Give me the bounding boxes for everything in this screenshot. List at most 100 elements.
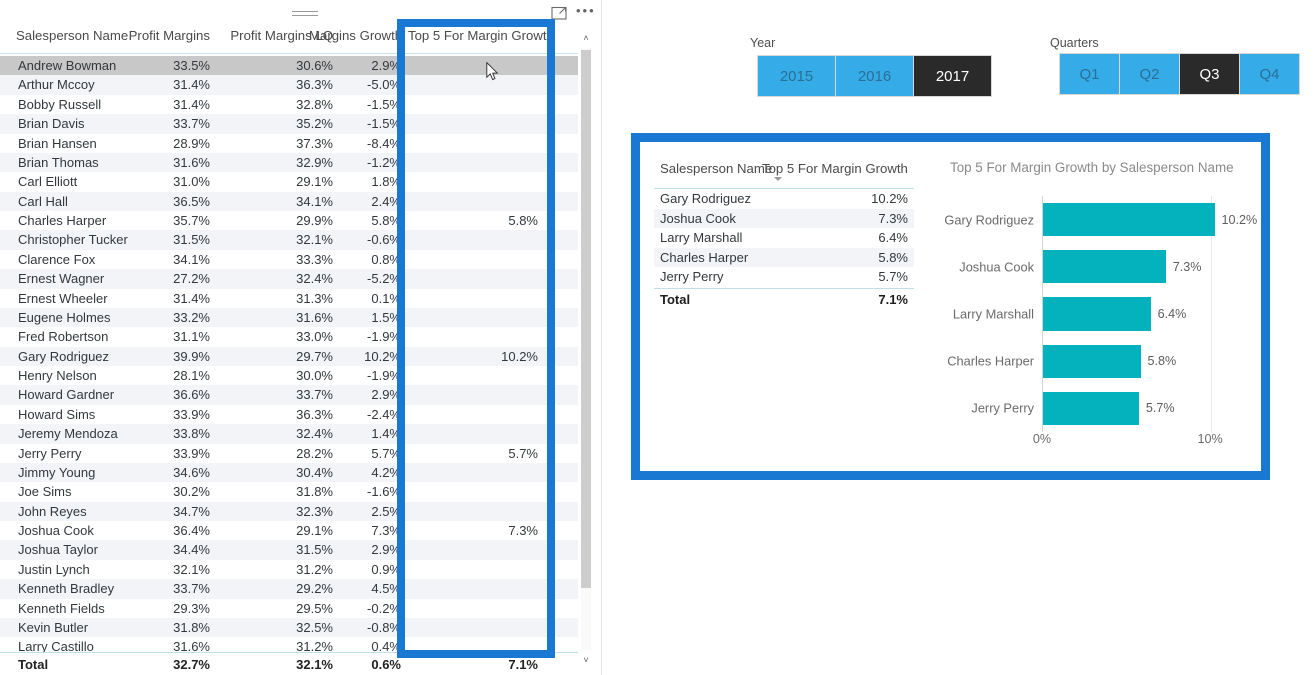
top5-table-row[interactable]: Jerry Perry 5.7%	[654, 267, 914, 287]
chart-bar-group[interactable]: Larry Marshall 6.4%	[953, 297, 1232, 331]
more-options-icon[interactable]: •••	[576, 4, 594, 19]
top5-table-row[interactable]: Charles Harper 5.8%	[654, 247, 914, 268]
table-row[interactable]: Ernest Wagner 27.2% 32.4% -5.2%	[0, 269, 578, 289]
table-row[interactable]: Jerry Perry 33.9% 28.2% 5.7% 5.7%	[0, 444, 578, 463]
focus-mode-icon[interactable]	[551, 5, 568, 21]
top5-cell-value: 5.8%	[878, 249, 908, 265]
table-row[interactable]: Joshua Taylor 34.4% 31.5% 2.9%	[0, 540, 578, 560]
top5-total-value: 7.1%	[878, 291, 908, 307]
chart-bar[interactable]: Gary Rodriguez	[944, 203, 1215, 237]
table-row[interactable]: Charles Harper 35.7% 29.9% 5.8% 5.8%	[0, 211, 578, 230]
slicer-year[interactable]: 2015 2016 2017	[758, 56, 992, 96]
top5-table-row[interactable]: Larry Marshall 6.4%	[654, 228, 914, 248]
chart-bar[interactable]: Joshua Cook	[959, 250, 1166, 284]
table-row[interactable]: Jeremy Mendoza 33.8% 32.4% 1.4%	[0, 424, 578, 444]
top5-column-header-salesperson-name[interactable]: Salesperson Name	[660, 161, 772, 176]
table-row[interactable]: Howard Sims 33.9% 36.3% -2.4%	[0, 405, 578, 424]
table-row[interactable]: Howard Gardner 36.6% 33.7% 2.9%	[0, 385, 578, 405]
table-row[interactable]: Fred Robertson 31.1% 33.0% -1.9%	[0, 327, 578, 346]
table-row[interactable]: Ernest Wheeler 31.4% 31.3% 0.1%	[0, 289, 578, 308]
chart-bar-group[interactable]: Jerry Perry 5.7%	[971, 391, 1232, 425]
slicer-option-year-2015[interactable]: 2015	[758, 56, 835, 96]
cell-salesperson-name: Bobby Russell	[18, 96, 102, 112]
top5-table[interactable]: Salesperson Name Top 5 For Margin Growth…	[654, 161, 914, 310]
top5-table-body[interactable]: Gary Rodriguez 10.2% Joshua Cook 7.3% Larry …	[654, 189, 914, 287]
bar-chart[interactable]: Top 5 For Margin Growth by Salesperson N…	[936, 160, 1257, 460]
table-row[interactable]: Brian Thomas 31.6% 32.9% -1.2%	[0, 152, 578, 173]
cell-profit-margins: 27.2%	[173, 271, 210, 287]
chart-data-label: 5.8%	[1147, 354, 1177, 369]
table-row[interactable]: Kevin Butler 31.8% 32.5% -0.8%	[0, 617, 578, 638]
cell-salesperson-name: Kenneth Bradley	[18, 581, 115, 597]
table-row[interactable]: Brian Davis 33.7% 35.2% -1.5%	[0, 114, 578, 134]
table-row[interactable]: Eugene Holmes 33.2% 31.6% 1.5%	[0, 307, 578, 328]
table-row[interactable]: Kenneth Fields 29.3% 29.5% -0.2%	[0, 599, 578, 618]
cell-margins-growth: -1.6%	[367, 484, 401, 500]
chart-title: Top 5 For Margin Growth by Salesperson N…	[950, 160, 1234, 175]
scroll-up-icon[interactable]: ˄	[578, 30, 594, 46]
table-row[interactable]: Brian Hansen 28.9% 37.3% -8.4%	[0, 134, 578, 153]
table-row[interactable]: Bobby Russell 31.4% 32.8% -1.5%	[0, 95, 578, 114]
cell-profit-margins: 31.8%	[173, 619, 210, 635]
top5-table-row[interactable]: Joshua Cook 7.3%	[654, 208, 914, 229]
slicer-option-year-2016[interactable]: 2016	[836, 56, 913, 96]
chart-bar-group[interactable]: Gary Rodriguez 10.2%	[944, 203, 1257, 237]
table-body[interactable]: Andrew Bowman 33.5% 30.6% 2.9% Arthur Mccoy 3…	[0, 56, 578, 652]
table-row[interactable]: Larry Castillo 31.6% 31.2% 0.4%	[0, 637, 578, 652]
cell-profit-margins: 31.6%	[173, 154, 210, 170]
chart-bar[interactable]: Jerry Perry	[971, 391, 1139, 425]
drag-handle-icon[interactable]	[292, 11, 318, 16]
table-row[interactable]: John Reyes 34.7% 32.3% 2.5%	[0, 501, 578, 521]
cell-salesperson-name: Joe Sims	[18, 484, 72, 500]
chart-bar-group[interactable]: Joshua Cook 7.3%	[959, 250, 1232, 284]
chart-plot-area: Gary Rodriguez 10.2% Joshua Cook 7.3% Larry …	[944, 196, 1257, 432]
table-row[interactable]: Clarence Fox 34.1% 33.3% 0.8%	[0, 250, 578, 269]
scrollbar-thumb[interactable]	[581, 50, 591, 588]
cell-profit-margins: 33.2%	[173, 309, 210, 325]
table-row[interactable]: Gary Rodriguez 39.9% 29.7% 10.2% 10.2%	[0, 346, 578, 366]
chart-bar-group[interactable]: Charles Harper 5.8%	[947, 344, 1232, 378]
slicer-option-quarter-q4[interactable]: Q4	[1240, 54, 1299, 94]
table-row[interactable]: Jimmy Young 34.6% 30.4% 4.2%	[0, 462, 578, 483]
cell-margins-growth: -0.2%	[367, 600, 401, 616]
table-row[interactable]: Arthur Mccoy 31.4% 36.3% -5.0%	[0, 75, 578, 95]
cell-margins-growth: -5.2%	[367, 271, 401, 287]
cell-profit-margins: 28.1%	[173, 368, 210, 383]
cell-margins-growth: -1.5%	[367, 96, 401, 112]
cell-profit-margins: 33.9%	[173, 445, 210, 461]
table-total-row: Total 32.7% 32.1% 0.6% 7.1%	[0, 652, 578, 675]
chart-bar[interactable]: Charles Harper	[947, 344, 1141, 378]
column-header-profit-margins[interactable]: Profit Margins	[120, 28, 210, 43]
top5-column-header-margin-growth[interactable]: Top 5 For Margin Growth	[762, 161, 908, 176]
table-row[interactable]: Joe Sims 30.2% 31.8% -1.6%	[0, 482, 578, 501]
cell-top-5-for-margin-growth: 7.3%	[508, 523, 538, 538]
column-header-salesperson-name[interactable]: Salesperson Name	[16, 28, 128, 43]
table-row[interactable]: Christopher Tucker 31.5% 32.1% -0.6%	[0, 230, 578, 250]
sort-descending-icon[interactable]	[774, 177, 782, 181]
chart-bar[interactable]: Larry Marshall	[953, 297, 1151, 331]
cell-top-5-for-margin-growth: 10.2%	[501, 348, 538, 364]
slicer-option-label: 2015	[779, 67, 814, 85]
column-header-top-5-for-margin-growth[interactable]: Top 5 For Margin Growth	[408, 28, 554, 43]
chart-data-label: 5.7%	[1145, 401, 1175, 416]
table-row[interactable]: Joshua Cook 36.4% 29.1% 7.3% 7.3%	[0, 521, 578, 540]
slicer-option-quarter-q3[interactable]: Q3	[1180, 54, 1239, 94]
slicer-option-year-2017[interactable]: 2017	[914, 56, 991, 96]
table-row[interactable]: Kenneth Bradley 33.7% 29.2% 4.5%	[0, 579, 578, 599]
scroll-down-icon[interactable]: ˅	[578, 652, 594, 668]
top5-table-row[interactable]: Gary Rodriguez 10.2%	[654, 189, 914, 209]
vertical-scrollbar[interactable]: ˄ ˅	[578, 30, 594, 668]
table-row[interactable]: Justin Lynch 32.1% 31.2% 0.9%	[0, 560, 578, 579]
column-header-margins-growth[interactable]: Margins Growth	[309, 28, 402, 43]
chart-x-tick-label: 0%	[1032, 432, 1052, 446]
left-table-visual: ••• Salesperson Name Profit Margins Prof…	[0, 0, 602, 675]
slicer-option-quarter-q2[interactable]: Q2	[1120, 54, 1179, 94]
table-row[interactable]: Carl Hall 36.5% 34.1% 2.4%	[0, 191, 578, 211]
table-row[interactable]: Carl Elliott 31.0% 29.1% 1.8%	[0, 172, 578, 191]
slicer-quarters[interactable]: Q1 Q2 Q3 Q4	[1060, 54, 1300, 94]
cell-salesperson-name: John Reyes	[18, 503, 87, 519]
slicer-option-label: 2016	[857, 67, 892, 85]
table-row[interactable]: Henry Nelson 28.1% 30.0% -1.9%	[0, 366, 578, 385]
table-row[interactable]: Andrew Bowman 33.5% 30.6% 2.9%	[0, 56, 578, 76]
slicer-option-quarter-q1[interactable]: Q1	[1060, 54, 1119, 94]
